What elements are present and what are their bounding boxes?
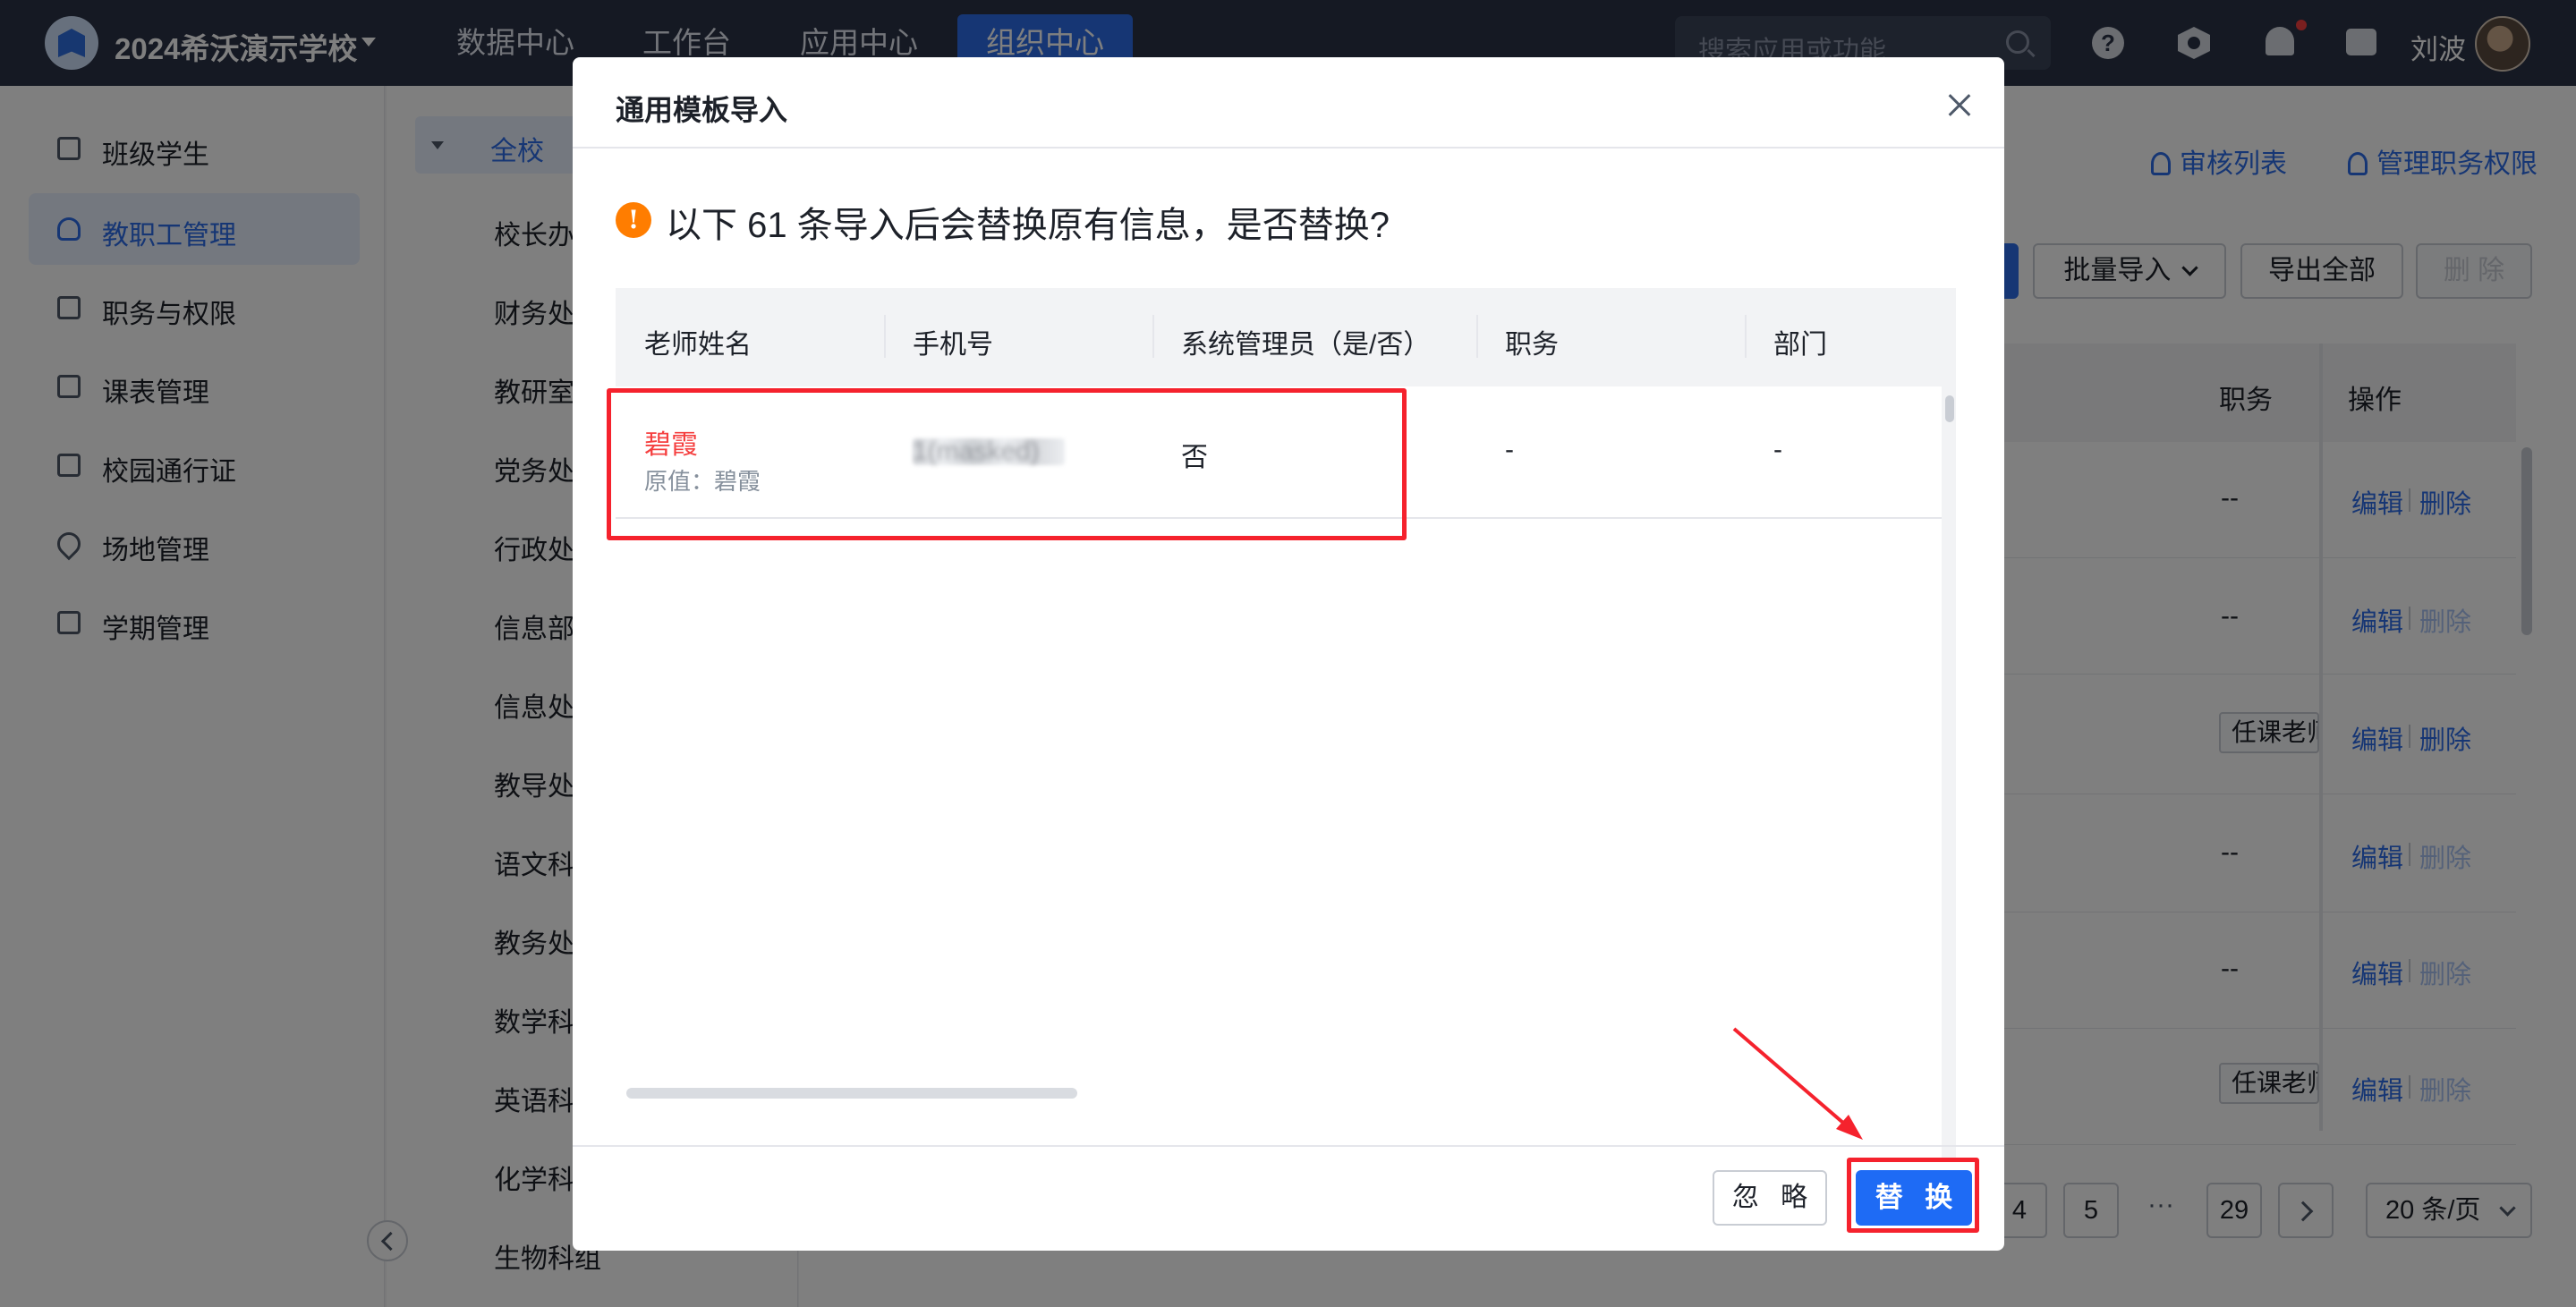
arrow-shaft [1732, 1027, 1852, 1131]
annotation-arrow-icon [1732, 1027, 1863, 1140]
